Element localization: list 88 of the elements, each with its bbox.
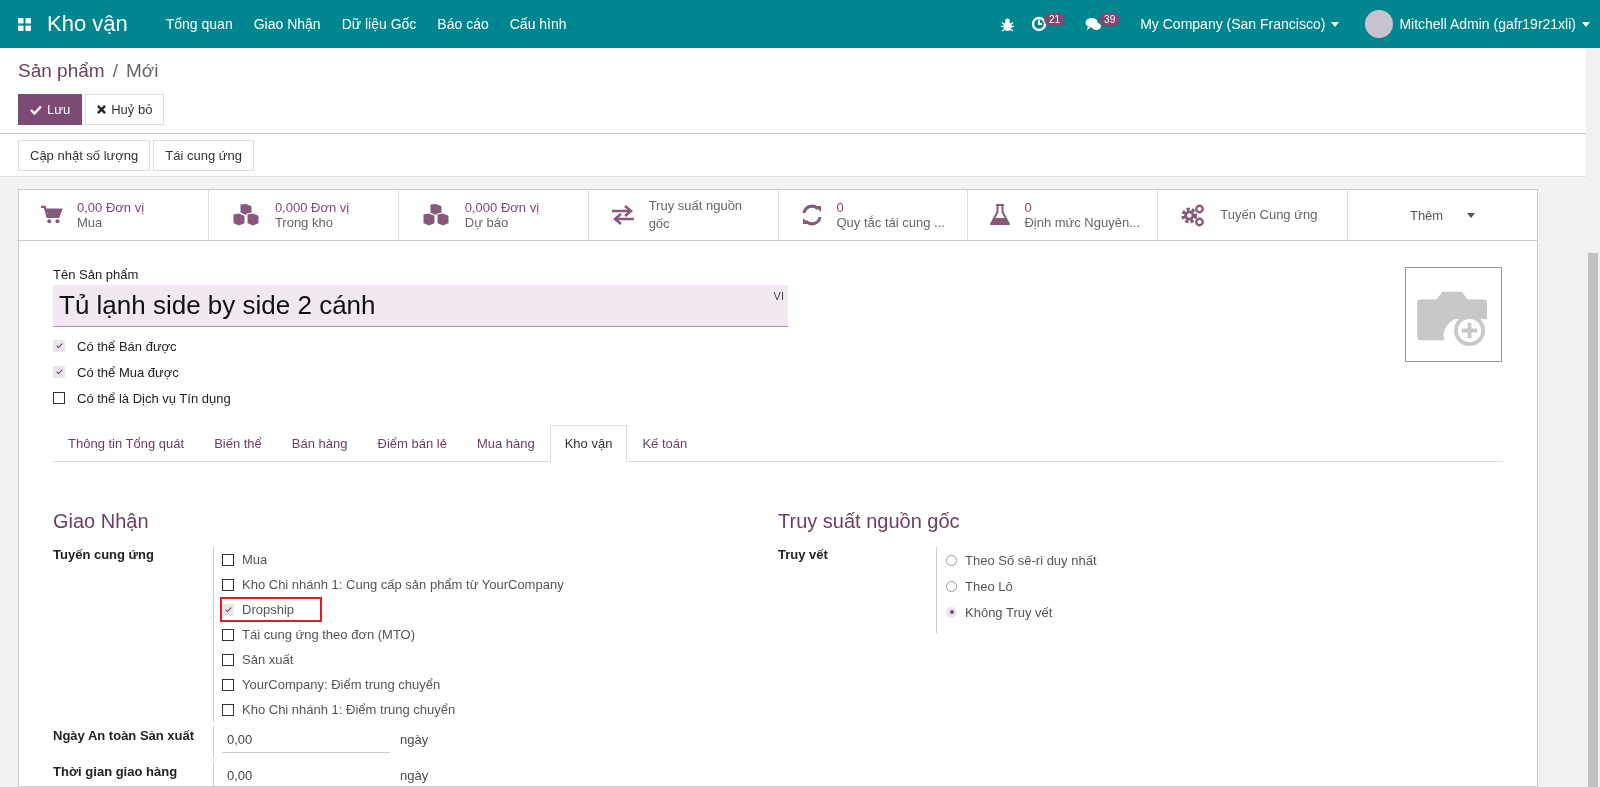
section-heading: Giao Nhận	[53, 510, 150, 533]
product-name-field[interactable]: Tủ lạnh side by side 2 cánh VI	[53, 285, 788, 327]
stat-label: Trong kho	[274, 215, 334, 230]
activity-count-badge: 21	[1043, 12, 1066, 26]
checkbox[interactable]	[53, 392, 65, 404]
field-label: Tuyến cung ứng	[53, 547, 155, 564]
breadcrumb-current: Mới	[125, 60, 159, 82]
close-icon	[97, 105, 107, 114]
check-icon	[30, 104, 42, 115]
menu-item[interactable]: Giao Nhận	[253, 16, 321, 32]
checkbox-label: Có thể Mua được	[77, 364, 179, 380]
stat-label: Dự báo	[464, 215, 510, 230]
tab[interactable]: Thông tin Tổng quát	[53, 425, 200, 462]
checkbox-label: Có thể Bán được	[77, 338, 177, 354]
checkbox-label: Mua	[242, 552, 268, 567]
gears-icon	[1180, 203, 1207, 227]
radio-label: Theo Lô	[965, 578, 1013, 594]
chat-icon[interactable]	[1085, 16, 1103, 32]
tab[interactable]: Điểm bán lẻ	[362, 425, 462, 462]
user-avatar	[1365, 10, 1394, 38]
stat-label: Tuyến Cung ứng	[1220, 206, 1318, 224]
app-name[interactable]: Kho vận	[47, 11, 128, 37]
checkbox[interactable]	[222, 678, 234, 691]
save-button[interactable]: Lưu	[18, 94, 83, 125]
caret-icon	[1331, 21, 1340, 27]
bug-icon[interactable]	[999, 16, 1015, 32]
stat-value: 0,00 Đơn vị	[77, 200, 145, 215]
caret-icon	[1582, 21, 1590, 27]
clock-icon[interactable]	[1030, 16, 1047, 32]
field-label: Ngày An toàn Sản xuất	[53, 727, 196, 745]
stat-label: Mua	[77, 215, 104, 230]
radio-label: Không Truy vết	[965, 604, 1053, 620]
checkbox[interactable]	[222, 578, 234, 591]
stat-value: 0	[1024, 200, 1033, 215]
checkbox[interactable]	[222, 653, 234, 666]
checkbox-label: Kho Chi nhánh 1: Cung cấp sản phẩm từ YourCompany	[242, 577, 564, 592]
scrollbar[interactable]	[1586, 48, 1600, 787]
menu-item[interactable]: Báo cáo	[437, 16, 489, 32]
unit-label: ngày	[400, 731, 429, 747]
action-button[interactable]: Cập nhật số lượng	[18, 140, 151, 171]
image-upload-placeholder[interactable]	[1405, 267, 1502, 362]
apps-menu-icon[interactable]	[18, 17, 31, 31]
tab[interactable]: Kho vận	[549, 425, 628, 462]
message-count-badge: 39	[1099, 12, 1121, 26]
field-label: Tên Sản phẩm	[53, 267, 140, 282]
tab[interactable]: Mua hàng	[461, 425, 550, 462]
cubes-icon	[230, 203, 261, 227]
refresh-icon	[800, 204, 823, 226]
checkbox[interactable]	[222, 553, 234, 566]
exchange-arrows-icon	[610, 205, 635, 225]
cubes-icon	[420, 203, 451, 227]
checkbox-label: Kho Chi nhánh 1: Điểm trung chuyển	[242, 702, 456, 717]
radio-label: Theo Số sê-ri duy nhất	[965, 552, 1097, 568]
action-button[interactable]: Tái cung ứng	[153, 140, 254, 171]
tab[interactable]: Kế toán	[627, 425, 703, 462]
flask-icon	[990, 204, 1011, 226]
field-label: Truy vết	[778, 547, 829, 564]
cart-icon	[41, 205, 63, 225]
language-tag[interactable]: VI	[773, 290, 784, 321]
stat-label: Truy suất nguồn gốc	[648, 197, 744, 233]
menu-item[interactable]: Cấu hình	[509, 16, 567, 32]
company-switcher[interactable]: My Company (San Francisco)	[1140, 16, 1340, 32]
checkbox-label: Sản xuất	[242, 652, 294, 667]
product-name: Tủ lạnh side by side 2 cánh	[59, 290, 376, 321]
caret-icon	[1467, 212, 1476, 218]
checkbox-label: Tái cung ứng theo đơn (MTO)	[242, 627, 416, 642]
menu-item[interactable]: Tổng quan	[165, 16, 233, 32]
stat-value: 0,000 Đơn vị	[274, 200, 350, 215]
user-menu[interactable]: Mitchell Admin (gafr19r21xli)	[1399, 16, 1590, 32]
checkbox[interactable]	[222, 703, 234, 716]
unit-label: ngày	[400, 767, 429, 783]
discard-button[interactable]: Huỷ bỏ	[85, 94, 165, 125]
stat-label: Quy tắc tái cung ...	[836, 215, 945, 230]
stat-value: 0	[836, 200, 845, 215]
number-input[interactable]: 0,00	[222, 766, 390, 787]
checkbox-label: Dropship	[242, 602, 295, 617]
breadcrumb-separator: /	[112, 60, 118, 82]
field-label: Thời gian giao hàng	[53, 763, 179, 781]
checkbox[interactable]	[222, 628, 234, 641]
checkbox-label: YourCompany: Điểm trung chuyển	[242, 677, 441, 692]
breadcrumb-link[interactable]: Sản phẩm	[18, 60, 105, 82]
tab[interactable]: Bán hàng	[276, 425, 363, 462]
section-heading: Truy suất nguồn gốc	[778, 510, 961, 533]
checkbox-label: Có thể là Dịch vụ Tín dụng	[77, 390, 231, 406]
tab[interactable]: Biến thể	[199, 425, 277, 462]
number-input[interactable]: 0,00	[222, 730, 390, 753]
stat-value: 0,000 Đơn vị	[464, 200, 540, 215]
menu-item[interactable]: Dữ liệu Gốc	[341, 16, 417, 32]
